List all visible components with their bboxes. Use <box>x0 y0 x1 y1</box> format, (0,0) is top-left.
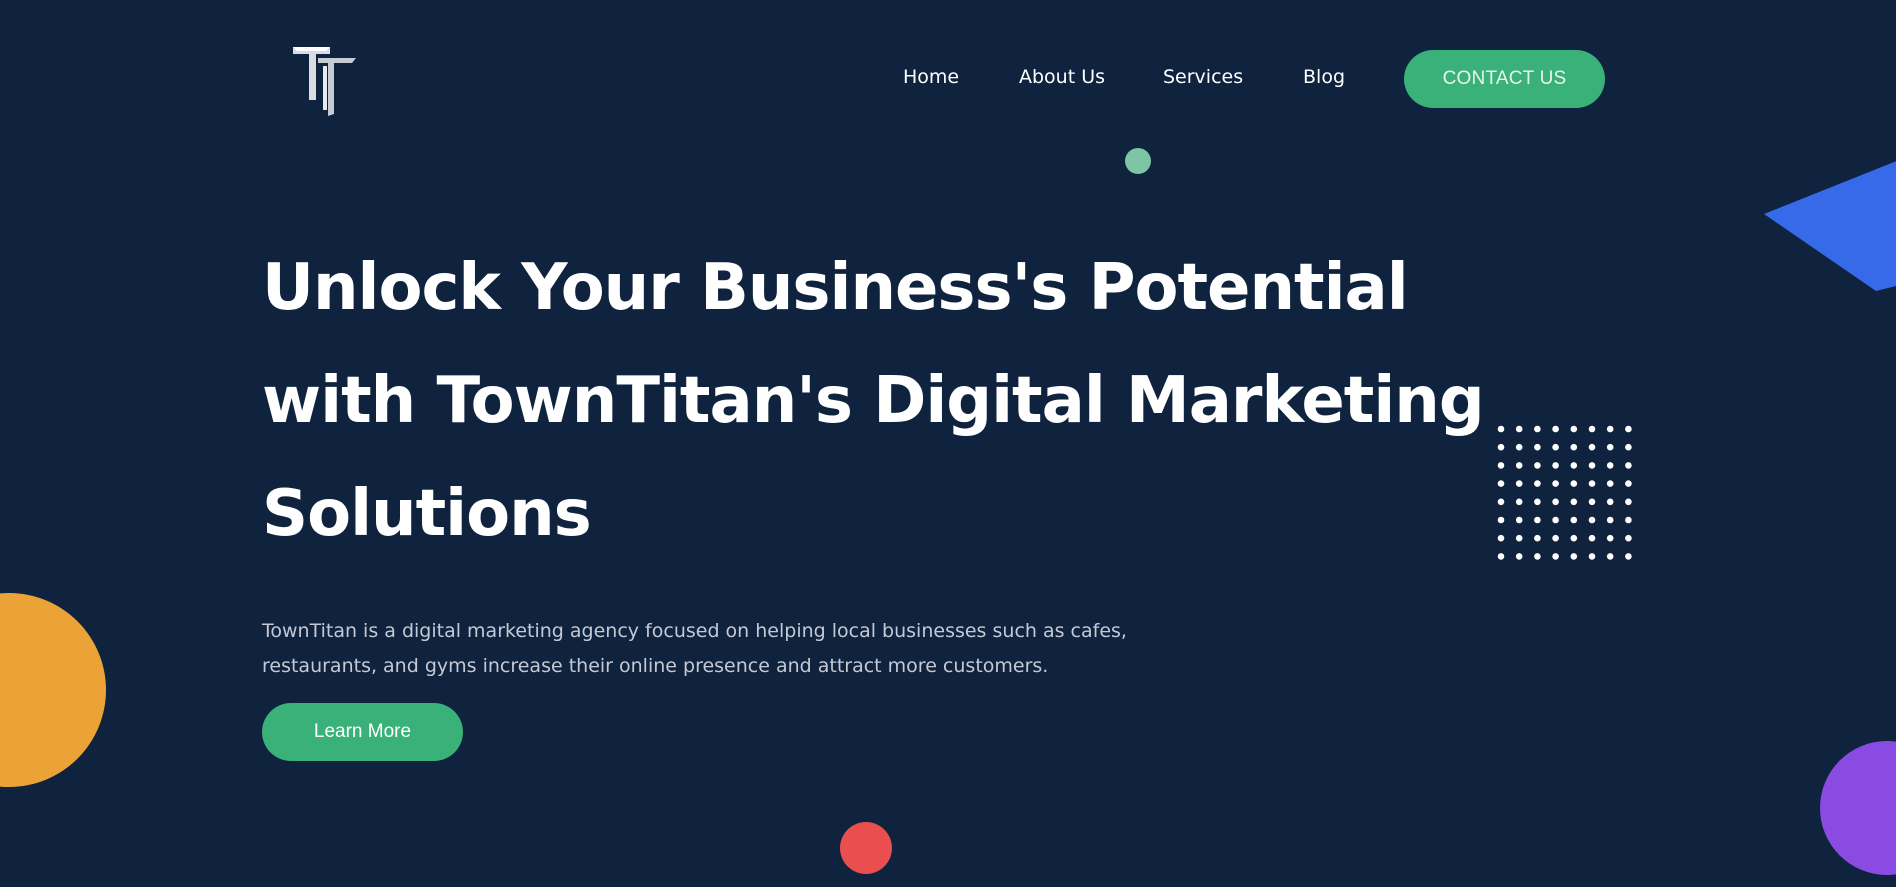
grid-dot <box>1606 462 1614 469</box>
grid-dot <box>1570 462 1578 469</box>
hero-title-line: with TownTitan's Digital Marketing <box>262 364 1485 438</box>
grid-dot <box>1570 425 1578 433</box>
grid-dot <box>1588 480 1596 487</box>
grid-dot <box>1534 462 1541 469</box>
hero-title-line: Solutions <box>262 477 592 551</box>
grid-dot <box>1515 498 1523 506</box>
grid-dot <box>1552 462 1559 469</box>
grid-dot <box>1606 443 1614 451</box>
learn-more-button[interactable]: Learn More <box>262 703 463 761</box>
grid-dot <box>1606 553 1614 560</box>
grid-dot <box>1497 534 1505 542</box>
decorative-circle-orange <box>0 593 106 787</box>
grid-dot <box>1497 425 1505 433</box>
decorative-triangle-blue <box>1764 161 1896 291</box>
grid-dot <box>1552 498 1559 506</box>
grid-dot <box>1606 480 1614 487</box>
grid-dot <box>1497 480 1505 487</box>
grid-dot <box>1588 516 1596 524</box>
hero-title-line: Unlock Your Business's Potential <box>262 251 1409 325</box>
hero-description: TownTitan is a digital marketing agency … <box>262 614 1242 684</box>
grid-dot <box>1570 480 1578 487</box>
hero-title: Unlock Your Business's Potential with To… <box>262 232 1562 571</box>
grid-dot <box>1625 498 1632 506</box>
grid-dot <box>1515 425 1523 433</box>
grid-dot <box>1497 553 1505 560</box>
landing-page: Home About Us Services Blog CONTACT US U… <box>0 0 1896 887</box>
nav-services[interactable]: Services <box>1163 66 1243 88</box>
grid-dot <box>1625 516 1632 524</box>
logo-icon[interactable] <box>290 44 360 116</box>
grid-dot <box>1515 534 1523 542</box>
hero-description-line: restaurants, and gyms increase their onl… <box>262 655 1049 677</box>
grid-dot <box>1625 443 1632 451</box>
grid-dot <box>1570 443 1578 451</box>
grid-dot <box>1606 516 1614 524</box>
grid-dot <box>1606 534 1614 542</box>
grid-dot <box>1570 498 1578 506</box>
nav-home[interactable]: Home <box>903 66 959 88</box>
grid-dot <box>1570 516 1578 524</box>
grid-dot <box>1515 553 1523 560</box>
grid-dot <box>1552 553 1559 560</box>
contact-us-button[interactable]: CONTACT US <box>1404 50 1605 108</box>
grid-dot <box>1588 425 1596 433</box>
grid-dot <box>1588 498 1596 506</box>
grid-dot <box>1606 425 1614 433</box>
decorative-circle-red <box>840 822 892 874</box>
grid-dot <box>1534 480 1541 487</box>
grid-dot <box>1552 443 1559 451</box>
grid-dot <box>1625 534 1632 542</box>
grid-dot <box>1625 553 1632 560</box>
grid-dot <box>1534 516 1541 524</box>
grid-dot <box>1625 480 1632 487</box>
grid-dot <box>1497 498 1505 506</box>
grid-dot <box>1534 498 1541 506</box>
grid-dot <box>1552 516 1559 524</box>
grid-dot <box>1534 534 1541 542</box>
grid-dot <box>1552 425 1559 433</box>
decorative-circle-purple <box>1820 741 1896 875</box>
grid-dot <box>1515 480 1523 487</box>
grid-dot <box>1515 462 1523 469</box>
grid-dot <box>1534 443 1541 451</box>
hero-description-line: TownTitan is a digital marketing agency … <box>262 620 1127 642</box>
grid-dot <box>1552 480 1559 487</box>
grid-dot <box>1497 516 1505 524</box>
grid-dot <box>1588 534 1596 542</box>
grid-dot <box>1570 534 1578 542</box>
grid-dot <box>1552 534 1559 542</box>
grid-dot <box>1570 553 1578 560</box>
grid-dot <box>1606 498 1614 506</box>
grid-dot <box>1515 516 1523 524</box>
nav-about-us[interactable]: About Us <box>1019 66 1105 88</box>
grid-dot <box>1534 553 1541 560</box>
grid-dot <box>1625 462 1632 469</box>
grid-dot <box>1515 443 1523 451</box>
decorative-dot-grid <box>1497 425 1632 560</box>
grid-dot <box>1497 462 1505 469</box>
grid-dot <box>1588 553 1596 560</box>
grid-dot <box>1588 462 1596 469</box>
grid-dot <box>1534 425 1541 433</box>
grid-dot <box>1625 425 1632 433</box>
grid-dot <box>1497 443 1505 451</box>
grid-dot <box>1588 443 1596 451</box>
decorative-dot-green <box>1125 148 1151 174</box>
nav-blog[interactable]: Blog <box>1303 66 1345 88</box>
